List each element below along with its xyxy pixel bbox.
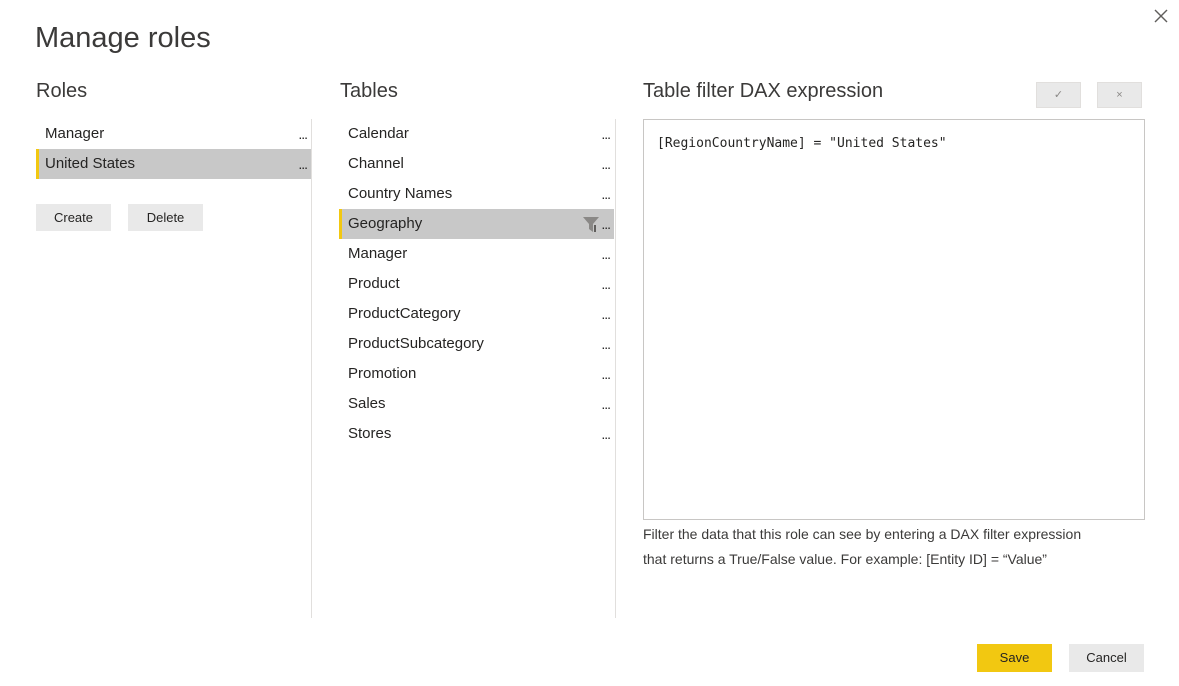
delete-role-button[interactable]: Delete: [128, 204, 203, 231]
role-more-options[interactable]: ...: [298, 119, 308, 149]
tables-list: Calendar ... Channel ... Country Names .…: [339, 119, 614, 449]
table-item-productcategory[interactable]: ProductCategory ...: [339, 299, 614, 329]
cancel-button[interactable]: Cancel: [1069, 644, 1144, 672]
role-more-options[interactable]: ...: [298, 149, 308, 179]
help-line: Filter the data that this role can see b…: [643, 526, 1082, 542]
manage-roles-dialog: Manage roles Roles Manager ... United St…: [0, 0, 1179, 686]
close-icon: ×: [1116, 89, 1123, 101]
dax-expression-editor[interactable]: [RegionCountryName] = "United States": [643, 119, 1145, 520]
table-item-productsubcategory[interactable]: ProductSubcategory ...: [339, 329, 614, 359]
table-item-promotion[interactable]: Promotion ...: [339, 359, 614, 389]
checkmark-icon: ✓: [1053, 89, 1064, 101]
table-more-options[interactable]: ...: [601, 329, 611, 359]
table-label: Channel: [348, 155, 404, 172]
table-label: ProductSubcategory: [348, 335, 484, 352]
table-label: Product: [348, 275, 400, 292]
column-divider: [311, 119, 312, 618]
help-line: that returns a True/False value. For exa…: [643, 551, 1047, 567]
table-more-options[interactable]: ...: [601, 119, 611, 149]
save-button[interactable]: Save: [977, 644, 1052, 672]
table-label: Country Names: [348, 185, 453, 202]
table-item-calendar[interactable]: Calendar ...: [339, 119, 614, 149]
table-more-options[interactable]: ...: [601, 389, 611, 419]
discard-expression-button[interactable]: ×: [1097, 82, 1142, 108]
table-item-manager[interactable]: Manager ...: [339, 239, 614, 269]
table-more-options[interactable]: ...: [601, 419, 611, 449]
create-role-button[interactable]: Create: [36, 204, 111, 231]
table-more-options[interactable]: ...: [601, 269, 611, 299]
table-more-options[interactable]: ...: [601, 359, 611, 389]
confirm-expression-button[interactable]: ✓: [1036, 82, 1081, 108]
table-item-stores[interactable]: Stores ...: [339, 419, 614, 449]
table-item-country-names[interactable]: Country Names ...: [339, 179, 614, 209]
table-more-options[interactable]: ...: [601, 239, 611, 269]
column-divider: [615, 119, 616, 618]
filter-icon: [583, 217, 599, 232]
dax-help-text: Filter the data that this role can see b…: [643, 522, 1143, 572]
role-label: United States: [45, 155, 136, 172]
table-item-product[interactable]: Product ...: [339, 269, 614, 299]
dialog-title: Manage roles: [35, 22, 211, 54]
table-label: Geography: [348, 215, 423, 232]
table-label: Stores: [348, 425, 392, 442]
table-label: Calendar: [348, 125, 409, 142]
table-label: Promotion: [348, 365, 417, 382]
table-label: Manager: [348, 245, 408, 262]
role-label: Manager: [45, 125, 105, 142]
tables-heading: Tables: [340, 80, 398, 102]
table-more-options[interactable]: ...: [601, 299, 611, 329]
close-icon[interactable]: [1150, 5, 1172, 27]
roles-list: Manager ... United States ...: [36, 119, 311, 179]
role-item-manager[interactable]: Manager ...: [36, 119, 311, 149]
table-item-channel[interactable]: Channel ...: [339, 149, 614, 179]
table-more-options[interactable]: ...: [601, 209, 611, 239]
table-label: Sales: [348, 395, 386, 412]
table-more-options[interactable]: ...: [601, 179, 611, 209]
table-item-sales[interactable]: Sales ...: [339, 389, 614, 419]
dax-heading: Table filter DAX expression: [643, 80, 884, 102]
roles-heading: Roles: [36, 80, 88, 102]
table-item-geography[interactable]: Geography ...: [339, 209, 614, 239]
table-label: ProductCategory: [348, 305, 461, 322]
role-item-united-states[interactable]: United States ...: [36, 149, 311, 179]
table-more-options[interactable]: ...: [601, 149, 611, 179]
